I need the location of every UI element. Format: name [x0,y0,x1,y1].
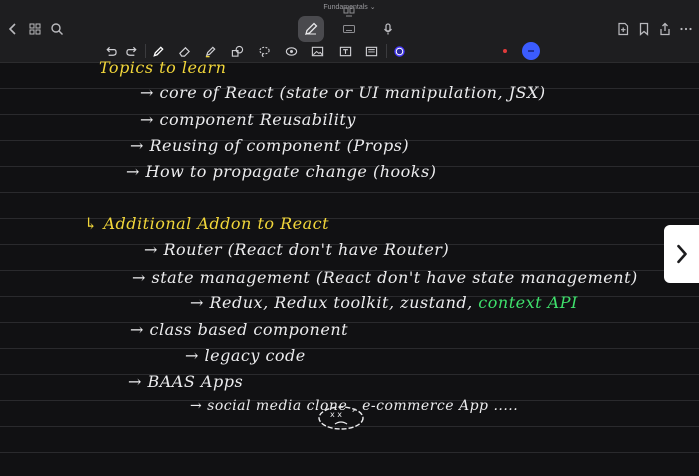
topics-heading: Topics to learn [99,58,227,77]
context-api-text: context API [478,293,578,312]
note-line-baas: → BAAS Apps [128,372,244,391]
toolbar-divider [145,44,146,58]
note-line-core: → core of React (state or UI manipulatio… [140,83,546,102]
add-page-icon[interactable] [612,18,634,40]
note-line-legacy: → legacy code [185,346,306,365]
note-line-social: → social media clone , e-commerce App ..… [190,398,519,414]
next-page-button[interactable] [664,225,699,283]
app-header: Fundamentals ⌄ [0,0,699,63]
lasso-icon[interactable] [255,42,273,60]
grid-icon[interactable] [24,18,46,40]
shapes-icon[interactable] [228,42,246,60]
bookmark-icon[interactable] [633,18,655,40]
blue-color-swatch[interactable] [522,42,540,60]
note-canvas[interactable]: Topics to learn → core of React (state o… [0,58,699,476]
more-icon[interactable] [675,18,697,40]
pen-tool-icon[interactable] [298,16,324,42]
color-picker-icon[interactable] [389,41,409,61]
microphone-icon[interactable] [377,18,399,40]
image-icon[interactable] [308,42,326,60]
element-icon[interactable] [282,42,300,60]
keyboard-icon[interactable] [338,18,360,40]
note-line-router: → Router (React don't have Router) [144,240,450,259]
search-icon[interactable] [46,18,68,40]
back-chevron-icon[interactable] [2,18,24,40]
note-line-reusing: → Reusing of component (Props) [130,136,410,155]
toolbar-divider [386,44,387,58]
navigation-bar [0,7,699,40]
sticker-icon[interactable] [362,42,380,60]
chevron-right-icon [676,244,687,264]
redux-text: → Redux, Redux toolkit, zustand, [190,293,473,312]
note-line-reusability: → component Reusability [140,110,356,129]
note-line-propagate: → How to propagate change (hooks) [126,162,437,181]
note-line-class-based: → class based component [130,320,349,339]
note-line-state-management: → state management (React don't have sta… [132,268,638,287]
red-color-swatch[interactable] [503,49,507,53]
note-line-redux: → Redux, Redux toolkit, zustand, context… [190,293,578,312]
text-box-icon[interactable] [336,42,354,60]
share-icon[interactable] [654,18,676,40]
addon-heading: ↳ Additional Addon to React [84,214,330,233]
